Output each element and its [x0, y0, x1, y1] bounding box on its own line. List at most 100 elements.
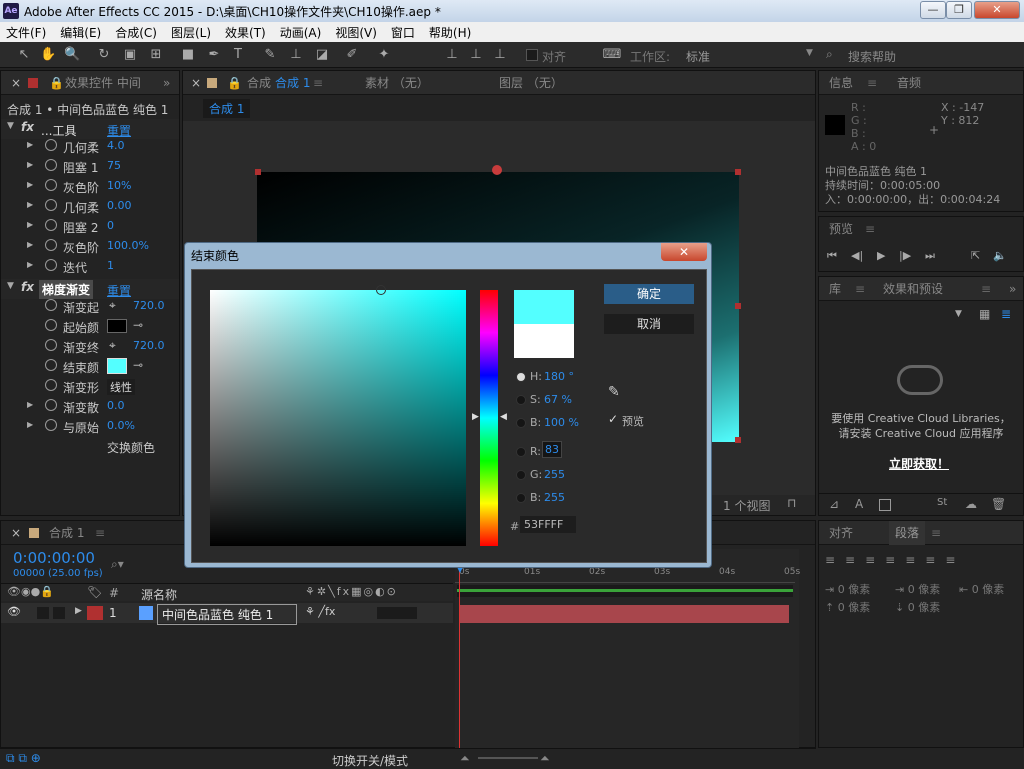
layer-audio-switch[interactable] — [37, 607, 49, 619]
prop-value[interactable]: 0.0 — [107, 399, 125, 412]
selection-tool-icon[interactable]: ↖ — [16, 47, 32, 63]
menu-view[interactable]: 视图(V) — [335, 24, 377, 41]
timeline-close-icon[interactable]: × — [11, 521, 21, 545]
layer-label-color[interactable] — [87, 606, 103, 620]
props1-prop-row[interactable]: ▶ 几何柔 0.00 — [1, 197, 177, 217]
rectangle-tool-icon[interactable]: ■ — [180, 47, 196, 63]
r-value-input[interactable]: 83 — [542, 441, 562, 458]
menu-composition[interactable]: 合成(C) — [115, 24, 157, 41]
maximize-button[interactable]: ❐ — [946, 1, 972, 19]
axis-view-icon[interactable]: ⊥ — [492, 47, 508, 63]
grid-view-icon[interactable]: ▦ — [979, 307, 990, 321]
audio-tab[interactable]: 音频 — [897, 71, 921, 95]
views-dropdown[interactable]: 1 个视图 — [723, 497, 770, 514]
axis-local-icon[interactable]: ⊥ — [444, 47, 460, 63]
timeline-track-area[interactable]: 0s 01s 02s 03s 04s 05s — [455, 549, 800, 749]
gradient-start-point[interactable] — [492, 165, 502, 175]
indent-right[interactable]: ⇤ 0 像素 — [959, 581, 1004, 597]
props1-prop-row[interactable]: ▶ 迭代 1 — [1, 257, 177, 277]
preview-tab[interactable]: 预览 — [829, 217, 853, 241]
b-radio[interactable] — [516, 418, 526, 428]
layer-visibility-icon[interactable]: 👁 — [7, 605, 21, 618]
color-field-cursor[interactable] — [376, 285, 386, 295]
stopwatch-icon[interactable] — [45, 299, 57, 311]
prop-expand-icon[interactable]: ▶ — [27, 200, 33, 209]
current-timecode[interactable]: 0:00:00:00 — [13, 549, 95, 567]
prop-value[interactable]: 720.0 — [133, 339, 165, 352]
add-text-icon[interactable]: A — [855, 497, 863, 511]
saturation-brightness-field[interactable] — [210, 285, 466, 546]
audio-icon[interactable]: 🔈 — [993, 249, 1007, 262]
prop-value[interactable]: 1 — [107, 259, 114, 272]
props1-prop-row[interactable]: ▶ 灰色阶 10% — [1, 177, 177, 197]
rotate-tool-icon[interactable]: ↻ — [96, 47, 112, 63]
add-color-icon[interactable] — [879, 499, 891, 511]
library-tab[interactable]: 库 — [829, 277, 841, 301]
last-frame-icon[interactable]: ⏭ — [925, 249, 935, 263]
prop-value[interactable]: 100.0% — [107, 239, 149, 252]
props1-prop-row[interactable]: ▶ 阻塞 1 75 — [1, 157, 177, 177]
hue-slider[interactable] — [480, 290, 498, 546]
point-target-icon[interactable]: ⌖ — [109, 338, 116, 353]
b-value[interactable]: 100 % — [544, 416, 579, 429]
comp-close-icon[interactable]: × — [191, 71, 201, 95]
hue-slider-right-arrow[interactable]: ◀ — [500, 412, 507, 422]
layer-row[interactable]: 👁 ▶ 1 中间色品蓝色 纯色 1 ⚘ ╱fx — [1, 603, 453, 625]
sync-icon[interactable]: ☁ — [965, 497, 977, 511]
type-tool-icon[interactable]: T — [230, 47, 246, 63]
r-radio[interactable] — [516, 447, 526, 457]
zoom-out-icon[interactable]: ⏶ — [460, 751, 470, 766]
time-ruler[interactable]: 0s 01s 02s 03s 04s 05s — [455, 567, 800, 583]
menu-effect[interactable]: 效果(T) — [225, 24, 266, 41]
zoom-tool-icon[interactable]: 🔍 — [64, 47, 80, 63]
stopwatch-icon[interactable] — [45, 199, 57, 211]
menu-file[interactable]: 文件(F) — [6, 24, 46, 41]
prop-value[interactable]: 10% — [107, 179, 131, 192]
layer-tab[interactable]: 图层 （无） — [499, 71, 563, 95]
layer-name-field[interactable]: 中间色品蓝色 纯色 1 — [157, 604, 297, 625]
puppet-tool-icon[interactable]: ✦ — [376, 47, 392, 63]
fx1-row[interactable]: ▼ fx ...工具 重置 — [1, 119, 179, 139]
av-switch-icons[interactable]: 👁◉●🔒 — [7, 585, 54, 598]
workspace-dropdown-icon[interactable]: ▼ — [806, 48, 813, 58]
axis-world-icon[interactable]: ⊥ — [468, 47, 484, 63]
start-color-swatch[interactable] — [107, 319, 127, 333]
props2-prop-row[interactable]: ▶起始颜⊸ — [1, 317, 177, 337]
prop-value[interactable]: 0.00 — [107, 199, 132, 212]
prop-expand-icon[interactable]: ▶ — [27, 240, 33, 249]
props2-prop-row[interactable]: ▶结束颜⊸ — [1, 357, 177, 377]
preview-checkbox[interactable]: ✓ — [608, 412, 618, 426]
comp-footer-icon[interactable]: ⊓ — [787, 496, 796, 510]
color-eyedropper-icon[interactable]: ⊸ — [133, 358, 143, 372]
blue-radio[interactable] — [516, 493, 526, 503]
props2-prop-row[interactable]: ▶渐变终720.0⌖ — [1, 337, 177, 357]
workspace-value[interactable]: 标准 — [686, 48, 710, 65]
next-frame-icon[interactable]: |▶ — [899, 249, 911, 262]
prop-value[interactable]: 4.0 — [107, 139, 125, 152]
info-tab[interactable]: 信息 — [829, 71, 853, 95]
roto-brush-tool-icon[interactable]: ✐ — [344, 47, 360, 63]
toggle-switches-modes-button[interactable]: 切换开关/模式 — [332, 752, 408, 769]
handle-r[interactable] — [735, 303, 741, 309]
layer-duration-bar[interactable] — [459, 605, 789, 623]
handle-tl[interactable] — [255, 169, 261, 175]
props1-prop-row[interactable]: ▶ 灰色阶 100.0% — [1, 237, 177, 257]
prop-expand-icon[interactable]: ▶ — [27, 140, 33, 149]
label-column-icon[interactable]: 🏷 — [87, 585, 102, 599]
props2-prop-row[interactable]: ▶ 与原始 0.0% — [1, 417, 177, 437]
trash-icon[interactable]: 🗑 — [991, 497, 1006, 511]
indent-left[interactable]: ⇥ 0 像素 — [825, 581, 870, 597]
switches-header-icons[interactable]: ⚘✲╲fx▦◎◐⊙ — [305, 585, 398, 598]
comp-breadcrumb[interactable]: 合成 1 — [203, 99, 251, 118]
stopwatch-icon[interactable] — [45, 319, 57, 331]
paragraph-tab[interactable]: 段落 — [889, 521, 926, 545]
stock-icon[interactable]: St — [937, 497, 947, 508]
gradient-shape-dropdown[interactable]: 线性 — [107, 379, 135, 395]
prop-value[interactable]: 720.0 — [133, 299, 165, 312]
pen-tool-icon[interactable]: ✒ — [206, 47, 222, 63]
indent-first[interactable]: ⇥ 0 像素 — [895, 581, 940, 597]
snap-checkbox[interactable] — [526, 49, 538, 61]
s-radio[interactable] — [516, 395, 526, 405]
fx2-row[interactable]: ▼ fx 梯度渐变 重置 — [1, 279, 179, 299]
color-eyedropper-icon[interactable]: ⊸ — [133, 318, 143, 332]
